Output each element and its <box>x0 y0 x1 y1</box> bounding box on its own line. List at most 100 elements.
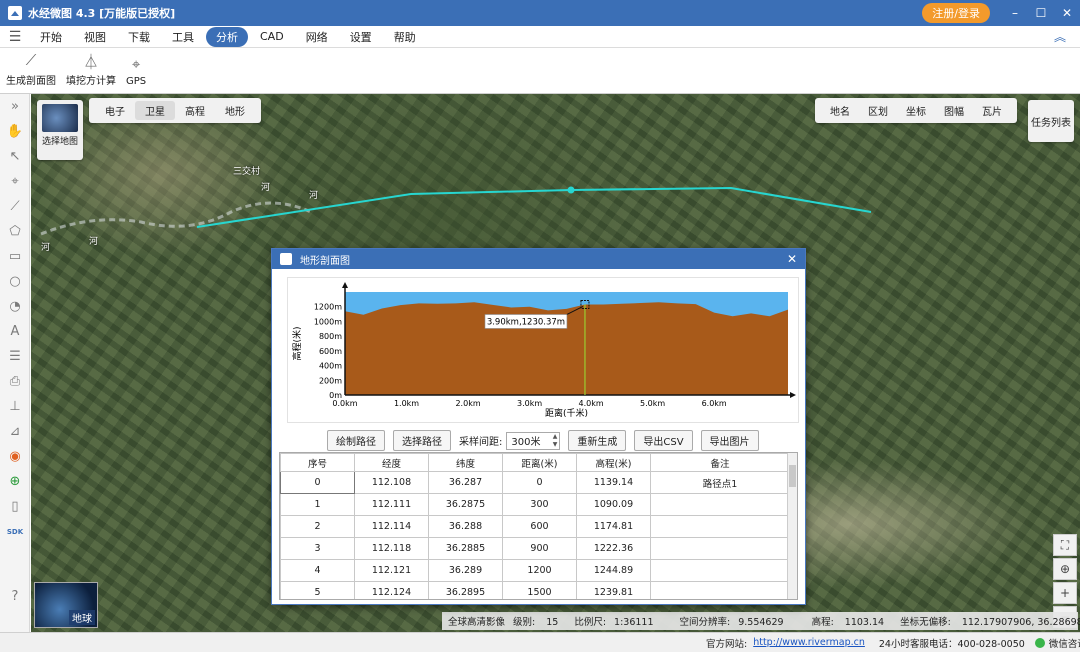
menu-tools[interactable]: 工具 <box>162 27 204 47</box>
export-image-button[interactable]: 导出图片 <box>700 430 759 451</box>
select-map-button[interactable]: 选择地图 <box>37 100 83 160</box>
layer-terrain[interactable]: 地形 <box>215 101 255 120</box>
select-path-button[interactable]: 选择路径 <box>393 430 451 451</box>
table-scrollbar[interactable] <box>787 453 797 599</box>
draw-rectangle-icon[interactable]: ▭ <box>0 244 30 269</box>
table-header: 序号 经度 纬度 距离(米) 高程(米) 备注 <box>280 453 790 472</box>
col-distance: 距离(米) <box>502 453 577 472</box>
river-label-4: 河 <box>89 237 99 247</box>
menu-analysis[interactable]: 分析 <box>206 26 248 47</box>
regenerate-button[interactable]: 重新生成 <box>568 430 627 451</box>
stepper-arrows-icon[interactable]: ▲ ▼ <box>553 433 558 449</box>
task-list-button[interactable]: 任务列表 <box>1028 100 1074 142</box>
pan-hand-icon[interactable]: ✋ <box>0 119 30 144</box>
menu-help[interactable]: 帮助 <box>384 27 426 47</box>
login-button[interactable]: 注册/登录 <box>922 3 990 23</box>
phone-icon[interactable]: ▯ <box>0 494 30 519</box>
website-link[interactable]: http://www.rivermap.cn <box>753 637 865 648</box>
col-note: 备注 <box>650 453 790 472</box>
table-row[interactable]: 3 112.118 36.2885 900 1222.36 <box>280 537 790 560</box>
export-csv-button[interactable]: 导出CSV <box>634 430 693 451</box>
draw-point-icon[interactable]: ⌖ <box>0 169 30 194</box>
menu-view[interactable]: 视图 <box>74 27 116 47</box>
close-button[interactable]: ✕ <box>1054 6 1080 20</box>
select-arrow-icon[interactable]: ↖ <box>0 144 30 169</box>
layer-elevation[interactable]: 高程 <box>175 101 215 120</box>
sample-interval-stepper[interactable]: 300米 ▲ ▼ <box>506 431 561 450</box>
locate-icon[interactable]: ⊕ <box>1053 558 1077 580</box>
x-axis-arrow <box>790 392 796 398</box>
coordinate-toggle[interactable]: 坐标 <box>897 101 935 120</box>
placename-toggle[interactable]: 地名 <box>821 101 859 120</box>
gps-button[interactable]: ⌖ GPS <box>126 55 146 93</box>
col-elevation: 高程(米) <box>576 453 651 472</box>
draw-circle-icon[interactable]: ○ <box>0 269 30 294</box>
x-tick-label: 6.0km <box>702 399 727 408</box>
map-thumbnail <box>42 104 78 132</box>
draw-polygon-icon[interactable]: ⬠ <box>0 219 30 244</box>
fullscreen-icon[interactable]: ⛶ <box>1053 534 1077 556</box>
print-icon[interactable]: ⎙ <box>0 369 30 394</box>
menu-cad[interactable]: CAD <box>250 28 294 45</box>
tile-toggle[interactable]: 瓦片 <box>973 101 1011 120</box>
draw-path-button[interactable]: 绘制路径 <box>327 430 385 451</box>
draw-sector-icon[interactable]: ◔ <box>0 294 30 319</box>
dialog-close-button[interactable]: ✕ <box>787 252 797 266</box>
y-tick-label: 800m <box>319 332 342 341</box>
menu-start[interactable]: 开始 <box>30 27 72 47</box>
zoom-in-button[interactable]: + <box>1053 582 1077 604</box>
menu-network[interactable]: 网络 <box>296 27 338 47</box>
menu-download[interactable]: 下载 <box>118 27 160 47</box>
table-row[interactable]: 5 112.124 36.2895 1500 1239.81 <box>280 581 790 599</box>
ruler-icon[interactable]: ⊿ <box>0 419 30 444</box>
window-title: 水经微图 4.3 [万能版已授权] <box>28 7 176 20</box>
maximize-button[interactable]: ☐ <box>1028 6 1054 20</box>
wechat-icon <box>1034 637 1045 648</box>
layer-electronic[interactable]: 电子 <box>95 101 135 120</box>
scrollbar-thumb[interactable] <box>789 465 796 487</box>
zoom-level: 15 <box>546 617 559 628</box>
minimize-button[interactable]: – <box>1002 6 1028 20</box>
support-phone: 24小时客服电话：400-028-0050 <box>878 638 1025 650</box>
generate-profile-button[interactable]: ⟋ 生成剖面图 <box>6 51 56 93</box>
y-axis-arrow <box>342 282 348 288</box>
hamburger-menu-icon[interactable]: ☰ <box>0 29 30 45</box>
layer-icon[interactable]: ☰ <box>0 344 30 369</box>
menu-bar: ☰ 开始 视图 下载 工具 分析 CAD 网络 设置 帮助 ︽ <box>0 26 1080 48</box>
scale-value: 1:36111 <box>614 617 654 628</box>
app-status-bar: 官方网站: http://www.rivermap.cn 24小时客服电话：40… <box>0 632 1080 652</box>
x-axis-title: 距离(千米) <box>545 407 588 419</box>
color-wheel-icon[interactable]: ◉ <box>0 444 30 469</box>
layer-satellite[interactable]: 卫星 <box>135 101 175 120</box>
profile-chart: 0.0km 1.0km 2.0km 3.0km 4.0km 5.0km 6.0km 0m 200… <box>287 277 799 423</box>
measure-icon[interactable]: ⊥ <box>0 394 30 419</box>
table-row[interactable]: 0 112.108 36.287 0 1139.14 路径点1 <box>280 471 790 494</box>
sdk-icon[interactable]: SDK <box>0 519 30 544</box>
dialog-title: 地形剖面图 <box>300 255 350 267</box>
gps-icon: ⌖ <box>131 55 141 73</box>
text-icon[interactable]: A <box>0 319 30 344</box>
table-row[interactable]: 4 112.121 36.289 1200 1244.89 <box>280 559 790 582</box>
sheet-toggle[interactable]: 图幅 <box>935 101 973 120</box>
wechat-consult[interactable]: 微信咨询 <box>1034 636 1080 650</box>
boundary-toggle[interactable]: 区划 <box>859 101 897 120</box>
help-icon[interactable]: ? <box>0 584 30 609</box>
link-icon[interactable]: ⊕ <box>0 469 30 494</box>
expand-icon[interactable]: » <box>0 94 30 119</box>
col-index: 序号 <box>280 453 355 472</box>
x-tick-label: 1.0km <box>394 399 419 408</box>
x-tick-label: 5.0km <box>640 399 665 408</box>
x-tick-label: 2.0km <box>455 399 480 408</box>
table-row[interactable]: 1 112.111 36.2875 300 1090.09 <box>280 493 790 516</box>
menu-settings[interactable]: 设置 <box>340 27 382 47</box>
collapse-ribbon-icon[interactable]: ︽ <box>1054 28 1066 45</box>
table-row[interactable]: 2 112.114 36.288 600 1174.81 <box>280 515 790 538</box>
x-tick-label: 4.0km <box>579 399 604 408</box>
website-label: 官方网站: <box>706 638 748 650</box>
cut-fill-button[interactable]: ⏃ 填挖方计算 <box>66 51 116 93</box>
left-toolbar: » ✋ ↖ ⌖ ⟋ ⬠ ▭ ○ ◔ A ☰ ⎙ ⊥ ⊿ ◉ ⊕ ▯ SDK ? <box>0 94 30 632</box>
terrain-profile-dialog: 地形剖面图 ✕ 0.0km 1.0km 2.0km 3.0km 4.0km 5.0km 6.… <box>271 248 806 605</box>
y-tick-label: 1200m <box>314 303 342 312</box>
globe-switch[interactable]: 地球 <box>34 582 98 628</box>
draw-line-icon[interactable]: ⟋ <box>0 194 30 219</box>
